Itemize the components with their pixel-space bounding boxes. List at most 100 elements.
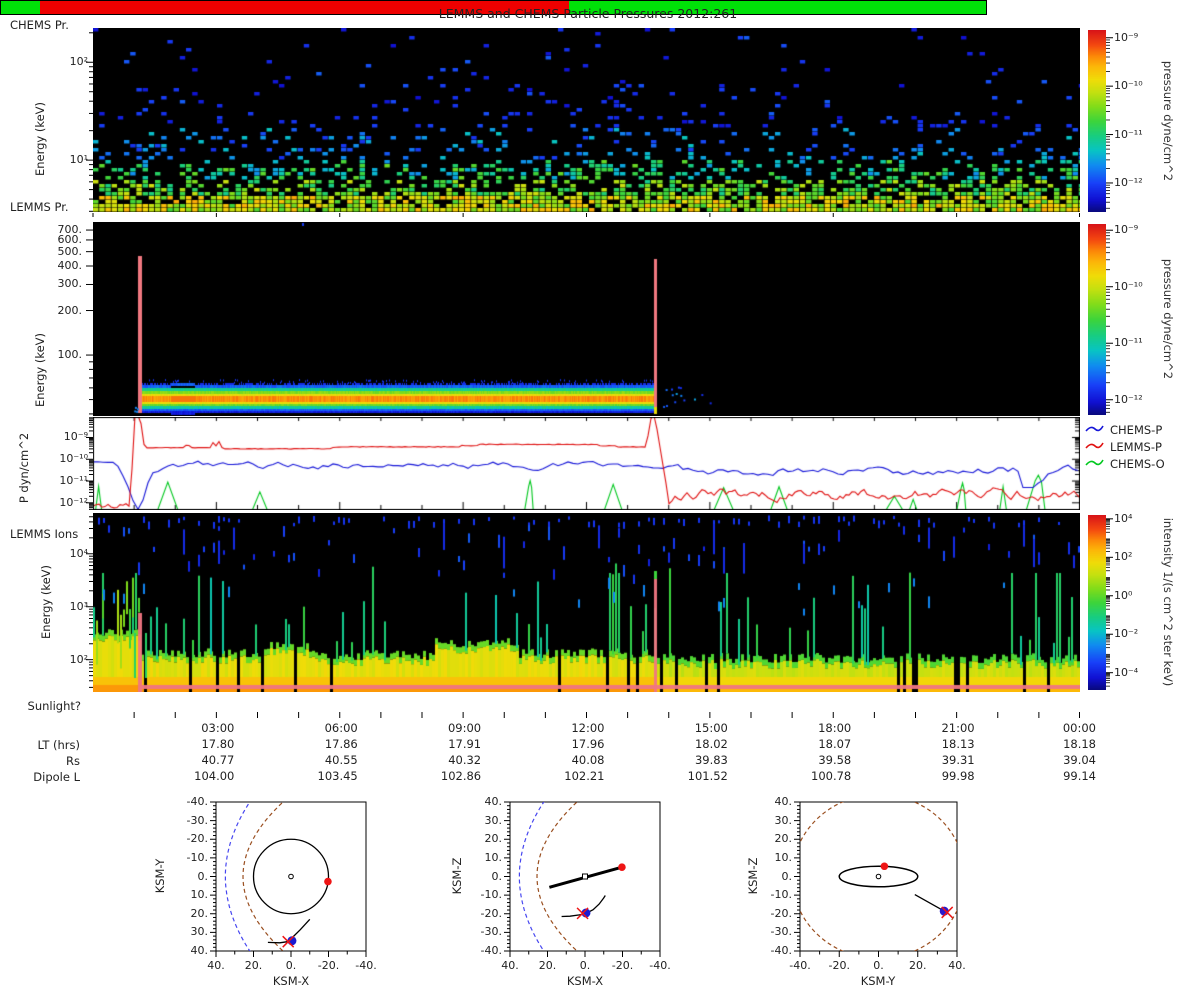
- ephemeris-value: 18.02: [694, 737, 728, 751]
- pressure-lineplot: [93, 417, 1080, 510]
- ephemeris-value: 39.83: [694, 753, 728, 767]
- time-tick-label: 09:00: [447, 721, 482, 735]
- orbit-y-tick: -40.: [186, 795, 208, 808]
- y-tick-label: 10¹: [69, 153, 88, 167]
- row-label-rs: Rs: [66, 754, 80, 768]
- ephemeris-value: 102.21: [564, 769, 605, 783]
- orbit-x-tick: 20.: [909, 959, 927, 972]
- ephemeris-value: 40.08: [571, 753, 605, 767]
- orbit-y-tick: 10.: [774, 850, 793, 864]
- orbit3-xlabel: KSM-Y: [860, 974, 896, 988]
- ephemeris-value: 39.04: [1063, 753, 1096, 767]
- panel-chems-title: CHEMS Pr.: [10, 18, 69, 32]
- orbit-x-tick: -20.: [828, 959, 850, 972]
- ephemeris-value: 40.32: [448, 753, 482, 767]
- sunlight-label: Sunlight?: [27, 699, 81, 713]
- colorbar-tick-label: 10⁻⁹: [1114, 30, 1139, 44]
- orbit-y-tick: 40.: [774, 795, 793, 808]
- ephemeris-value: 17.80: [201, 737, 235, 751]
- chems-spectrogram: [93, 28, 1080, 212]
- orbit-y-tick: 20.: [774, 832, 793, 846]
- ephemeris-value: 40.77: [201, 753, 235, 767]
- colorbar-tick-label: 10⁻¹¹: [1114, 127, 1143, 141]
- ephemeris-value: 39.58: [818, 753, 852, 767]
- orbit-y-tick: 40.: [484, 795, 503, 808]
- ephemeris-value: 99.14: [1063, 769, 1096, 783]
- time-tick-label: 15:00: [694, 721, 728, 735]
- y-tick-label: 400.: [57, 258, 83, 272]
- row-label-dipole: Dipole L: [33, 770, 80, 784]
- figure-title: LEMMS and CHEMS Particle Pressures 2012:…: [438, 6, 738, 21]
- ephemeris-value: 18.13: [941, 737, 975, 751]
- orbit-y-tick: -10.: [480, 888, 502, 902]
- time-tick-label: 18:00: [818, 721, 852, 735]
- lemms-spectrogram: [93, 222, 1080, 416]
- row-label-lt: LT (hrs): [37, 738, 81, 752]
- y-tick-label: 10⁻¹¹: [59, 474, 88, 488]
- time-tick-label: 06:00: [324, 721, 358, 735]
- orbit-x-tick: -40.: [789, 959, 811, 972]
- orbit-x-tick: 0.: [873, 959, 884, 972]
- y-tick-label: 10³: [69, 599, 88, 613]
- colorbar-tick-label: 10⁻¹²: [1114, 175, 1143, 189]
- panel-lemms-title: LEMMS Pr.: [10, 200, 69, 214]
- y-tick-label: 300.: [57, 277, 83, 291]
- orbit2-xlabel: KSM-X: [566, 974, 604, 988]
- y-tick-label: 10⁴: [69, 546, 88, 560]
- orbit-y-tick: 10.: [484, 850, 503, 864]
- orbit1-xlabel: KSM-X: [272, 974, 310, 988]
- orbit-y-tick: -30.: [480, 925, 502, 939]
- orbit-y-tick: -10.: [186, 850, 208, 864]
- orbit-y-tick: 0.: [491, 869, 503, 883]
- orbit-y-tick: 0.: [781, 869, 793, 883]
- colorbar-intensity: [1088, 515, 1106, 690]
- panel2-ylabel: Energy (keV): [33, 332, 47, 408]
- orbit-y-tick: 20.: [484, 832, 503, 846]
- time-tick-label: 21:00: [941, 721, 975, 735]
- colorbar-tick-label: 10⁻⁴: [1114, 665, 1139, 679]
- colorbar-tick-label: 10⁻⁹: [1114, 223, 1139, 237]
- ephemeris-value: 17.91: [448, 737, 482, 751]
- orbit-x-tick: 40.: [948, 959, 966, 972]
- y-tick-label: 10⁻¹⁰: [59, 452, 88, 466]
- colorbar-tick-label: 10⁻¹⁰: [1114, 79, 1143, 93]
- colorbar-tick-label: 10⁻¹²: [1114, 392, 1143, 406]
- ephemeris-value: 39.31: [941, 753, 975, 767]
- orbit-x-tick: -40.: [649, 959, 671, 972]
- colorbar-pressure-1: [1088, 30, 1106, 212]
- panel3-ylabel: P dyn/cm^2: [17, 432, 31, 504]
- orbit-y-tick: -20.: [186, 832, 208, 846]
- colorbar-tick-label: 10⁴: [1114, 511, 1133, 525]
- y-tick-label: 10²: [69, 55, 88, 69]
- sunlight-segment-yes: [1, 1, 40, 14]
- ions-spectrogram: [93, 513, 1080, 692]
- ephemeris-value: 102.86: [440, 769, 482, 783]
- orbit-y-tick: 0.: [197, 869, 209, 883]
- ephemeris-value: 40.55: [324, 753, 358, 767]
- orbit-y-tick: -30.: [186, 813, 208, 827]
- ephemeris-value: 17.86: [324, 737, 358, 751]
- orbit-y-tick: -10.: [770, 888, 792, 902]
- colorbar-tick-label: 10⁻²: [1114, 627, 1139, 641]
- y-tick-label: 200.: [57, 303, 83, 317]
- colorbar-tick-label: 10⁻¹⁰: [1114, 279, 1143, 293]
- legend-lemms-p: LEMMS-P: [1110, 440, 1162, 454]
- legend-chems-p: CHEMS-P: [1110, 423, 1163, 437]
- orbit-y-tick: -40.: [480, 944, 502, 957]
- ephemeris-value: 100.78: [811, 769, 852, 783]
- orbit-y-tick: -30.: [770, 925, 792, 939]
- ephemeris-value: 99.98: [941, 769, 975, 783]
- orbit-x-tick: -40.: [355, 959, 377, 972]
- y-tick-label: 10⁻¹²: [59, 495, 88, 509]
- panel-ions-title: LEMMS Ions: [10, 527, 79, 541]
- orbit-y-tick: -20.: [480, 906, 502, 920]
- time-tick-label: 00:00: [1062, 721, 1096, 735]
- legend-chems-o: CHEMS-O: [1110, 457, 1165, 471]
- ephemeris-value: 101.52: [687, 769, 728, 783]
- y-tick-label: 10⁻⁹: [63, 430, 88, 444]
- y-tick-label: 100.: [57, 348, 83, 362]
- orbit-y-tick: 30.: [774, 813, 793, 827]
- time-tick-label: 03:00: [201, 721, 235, 735]
- orbit-y-tick: 10.: [190, 888, 209, 902]
- time-tick-label: 12:00: [571, 721, 605, 735]
